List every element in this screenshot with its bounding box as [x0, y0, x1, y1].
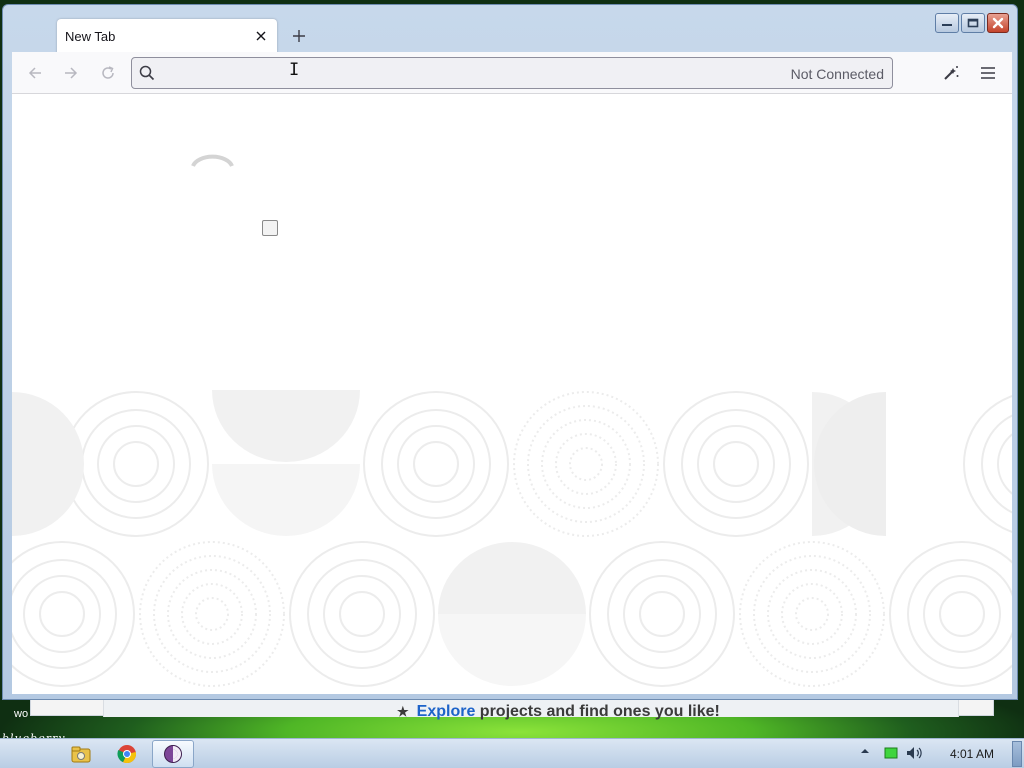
green-status-icon [884, 747, 898, 759]
banner-text: projects and find ones you like! [475, 703, 720, 720]
tray-app-button[interactable] [884, 746, 898, 760]
taskbar: 4:01 AM [0, 738, 1024, 768]
system-tray [844, 739, 1024, 768]
tab-new-tab[interactable]: New Tab [57, 19, 277, 53]
customize-button[interactable] [940, 62, 962, 84]
background-banner: ★ Explore projects and find ones you like… [397, 703, 720, 721]
window-controls [935, 13, 1009, 33]
forward-icon [65, 67, 78, 79]
reload-button[interactable] [97, 62, 119, 84]
chevron-up-icon [861, 749, 869, 753]
maximize-button[interactable] [961, 13, 985, 33]
show-hidden-icons-button[interactable] [860, 746, 870, 756]
back-button[interactable] [24, 62, 46, 84]
minimize-icon [942, 24, 952, 26]
search-icon [139, 65, 155, 81]
clock[interactable]: 4:01 AM [950, 747, 994, 761]
reload-icon [102, 66, 114, 79]
forward-button[interactable] [60, 62, 82, 84]
plus-icon [293, 30, 305, 42]
volume-button[interactable] [906, 746, 924, 760]
start-button[interactable] [0, 739, 60, 768]
star-icon: ★ [397, 704, 409, 719]
tor-browser-icon [164, 745, 182, 763]
explore-link[interactable]: Explore [417, 703, 476, 720]
image-placeholder [262, 220, 278, 236]
menu-button[interactable] [977, 62, 999, 84]
minimize-button[interactable] [935, 13, 959, 33]
tab-title: New Tab [65, 28, 116, 44]
customize-icon [944, 66, 959, 80]
close-window-button[interactable] [987, 13, 1009, 33]
tab-close-button[interactable] [253, 28, 269, 44]
close-icon [992, 17, 1004, 29]
close-icon [256, 31, 266, 41]
text-cursor-icon: I [289, 60, 300, 80]
background-window-text: wo [14, 708, 29, 720]
taskbar-file-explorer[interactable] [60, 740, 102, 768]
new-tab-button[interactable] [289, 25, 309, 47]
navigation-toolbar: Not Connected [12, 52, 1012, 94]
page-content [12, 94, 1012, 694]
background-pattern [12, 390, 1012, 687]
address-bar[interactable]: Not Connected [131, 57, 893, 89]
menu-icon [981, 67, 995, 79]
url-input[interactable] [164, 58, 764, 88]
show-desktop-button[interactable] [1012, 741, 1022, 767]
back-icon [28, 67, 41, 79]
taskbar-tor-browser[interactable] [152, 740, 194, 768]
speaker-icon [907, 747, 922, 759]
chrome-icon [117, 745, 137, 764]
loading-spinner-icon [191, 154, 234, 167]
file-explorer-icon [71, 746, 91, 763]
taskbar-chrome[interactable] [106, 740, 148, 768]
connection-status: Not Connected [790, 66, 884, 82]
maximize-icon [967, 18, 979, 28]
